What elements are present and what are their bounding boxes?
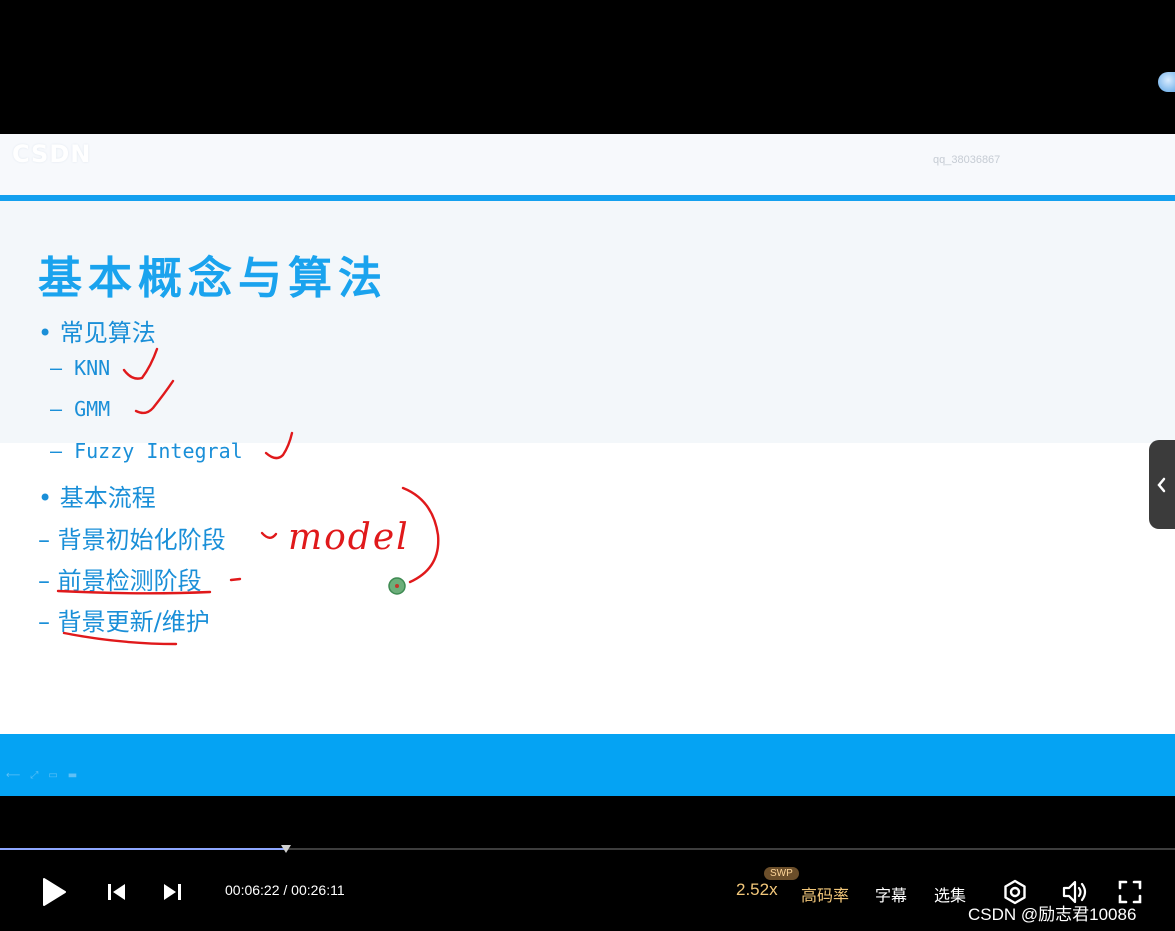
chevron-left-icon bbox=[1157, 477, 1166, 492]
bullet-item: • 常见算法 bbox=[38, 319, 156, 347]
subtitle-button[interactable]: 字幕 bbox=[875, 882, 907, 906]
user-id-watermark: qq_38036867 bbox=[933, 154, 1001, 166]
speed-badge: SWP bbox=[764, 867, 799, 880]
play-button[interactable] bbox=[38, 876, 70, 908]
previous-button[interactable] bbox=[105, 881, 129, 903]
csdn-author-watermark: CSDN @励志君10086 bbox=[968, 905, 1137, 924]
time-display: 00:06:22 / 00:26:11 bbox=[225, 882, 345, 898]
next-button[interactable] bbox=[160, 881, 184, 903]
bullet-item: – 前景检测阶段 bbox=[38, 567, 202, 595]
bullet-item: – GMM bbox=[50, 397, 111, 421]
progress-fill bbox=[0, 848, 286, 850]
previous-icon bbox=[108, 884, 125, 900]
bullet-item: – KNN bbox=[50, 356, 111, 380]
quality-button[interactable]: 高码率 bbox=[801, 882, 849, 906]
bullet-item: – 背景更新/维护 bbox=[38, 608, 210, 636]
slide-shade-band bbox=[0, 201, 1175, 443]
side-panel-toggle[interactable] bbox=[1149, 440, 1175, 529]
next-icon bbox=[164, 884, 181, 900]
episodes-button[interactable]: 选集 bbox=[934, 882, 966, 906]
play-icon bbox=[43, 878, 66, 906]
floating-assistant-icon[interactable] bbox=[1158, 72, 1175, 92]
playback-speed-button[interactable]: 2.52x bbox=[736, 880, 778, 900]
slide-nav-icons: ⟵⤢▭▬ bbox=[6, 770, 88, 781]
slide-footer-bar bbox=[0, 734, 1175, 796]
slide-frame: CSDN qq_38036867 基本概念与算法 • 常见算法 – KNN – … bbox=[0, 134, 1175, 796]
bullet-item: – Fuzzy Integral bbox=[50, 439, 243, 463]
slide-title: 基本概念与算法 bbox=[38, 253, 388, 304]
progress-handle[interactable] bbox=[281, 845, 291, 853]
bullet-item: • 基本流程 bbox=[38, 484, 156, 512]
bullet-item: – 背景初始化阶段 bbox=[38, 526, 226, 554]
slide-logo-watermark: CSDN bbox=[12, 140, 92, 168]
slide-header: CSDN qq_38036867 bbox=[0, 134, 1175, 196]
